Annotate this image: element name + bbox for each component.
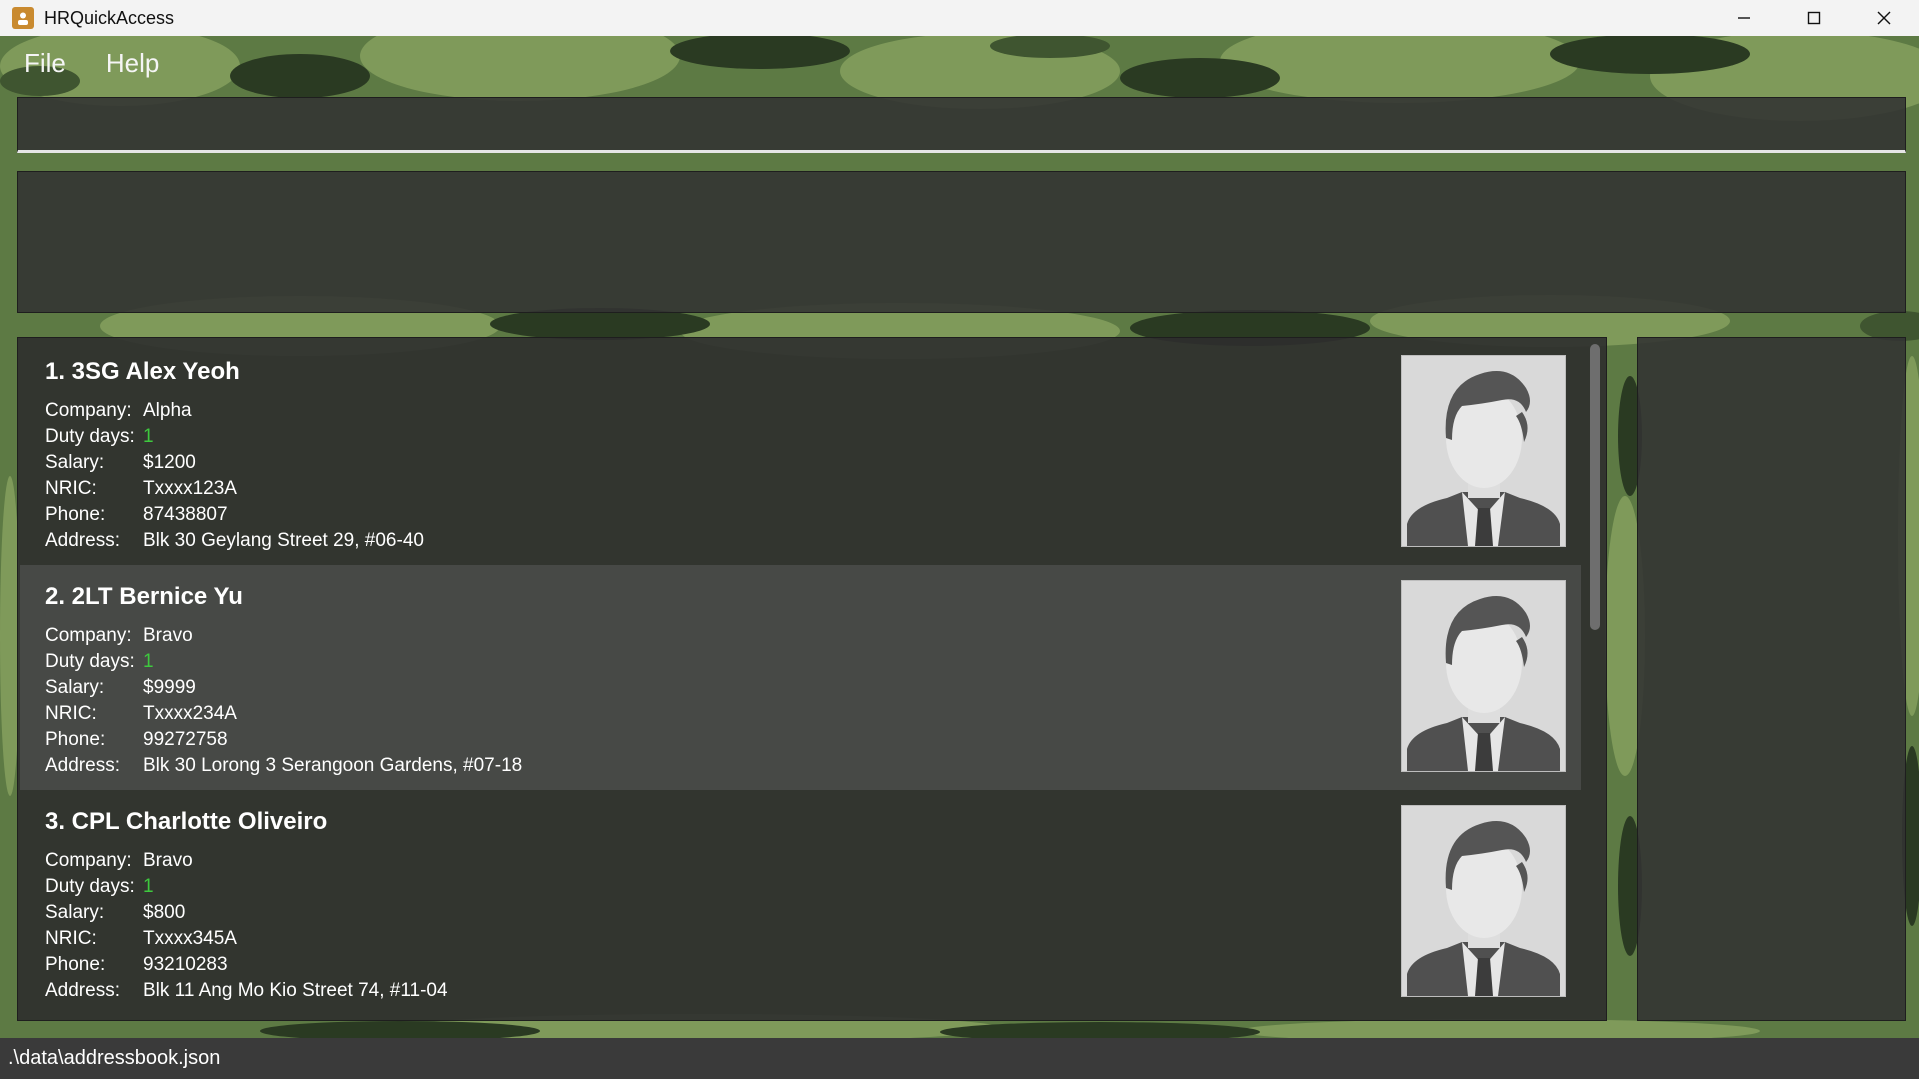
maximize-button[interactable] [1779, 0, 1849, 36]
avatar [1401, 805, 1566, 997]
person-list[interactable]: 1. 3SG Alex Yeoh Company: Alpha Duty days… [17, 337, 1607, 1021]
duty-days-field: Duty days: 1 [45, 651, 154, 677]
phone-value: 87438807 [143, 504, 228, 525]
address-value: Blk 30 Lorong 3 Serangoon Gardens, #07-1… [143, 755, 523, 776]
avatar [1401, 580, 1566, 772]
phone-field: Phone: 93210283 [45, 954, 228, 980]
person-card[interactable]: 3. CPL Charlotte Oliveiro Company: Bravo … [20, 790, 1581, 1015]
duty-days-value: 1 [143, 651, 154, 672]
address-field: Address: Blk 30 Lorong 3 Serangoon Garden… [45, 755, 522, 781]
address-field: Address: Blk 30 Geylang Street 29, #06-40 [45, 530, 424, 556]
duty-days-field: Duty days: 1 [45, 876, 154, 902]
address-label: Address: [45, 980, 120, 1001]
avatar [1401, 355, 1566, 547]
duty-days-label: Duty days: [45, 876, 135, 897]
company-label: Company: [45, 625, 132, 646]
person-icon [12, 7, 34, 29]
address-label: Address: [45, 530, 120, 551]
app-window: HRQuickAccess File Help 1. 3SG Alex Yeoh… [0, 0, 1919, 1079]
phone-label: Phone: [45, 954, 106, 975]
phone-label: Phone: [45, 504, 106, 525]
duty-days-field: Duty days: 1 [45, 426, 154, 452]
salary-field: Salary: $1200 [45, 452, 196, 478]
company-field: Company: Alpha [45, 400, 192, 426]
nric-field: NRIC: Txxxx123A [45, 478, 237, 504]
detail-panel [1637, 337, 1906, 1021]
company-label: Company: [45, 850, 132, 871]
nric-value: Txxxx234A [143, 703, 237, 724]
duty-days-label: Duty days: [45, 651, 135, 672]
result-display [17, 171, 1906, 313]
person-name: 1. 3SG Alex Yeoh [45, 358, 240, 385]
salary-label: Salary: [45, 452, 105, 473]
person-card[interactable]: 2. 2LT Bernice Yu Company: Bravo Duty day… [20, 565, 1581, 790]
nric-label: NRIC: [45, 478, 97, 499]
duty-days-value: 1 [143, 876, 154, 897]
duty-days-value: 1 [143, 426, 154, 447]
menu-help[interactable]: Help [100, 44, 165, 83]
window-title: HRQuickAccess [44, 7, 175, 28]
command-box [17, 97, 1906, 153]
company-field: Company: Bravo [45, 850, 193, 876]
avatar-icon [1402, 581, 1565, 771]
nric-field: NRIC: Txxxx234A [45, 703, 237, 729]
address-value: Blk 30 Geylang Street 29, #06-40 [143, 530, 424, 551]
title-bar[interactable]: HRQuickAccess [0, 0, 1919, 36]
nric-label: NRIC: [45, 928, 97, 949]
minimize-button[interactable] [1709, 0, 1779, 36]
salary-label: Salary: [45, 677, 105, 698]
avatar-icon [1402, 806, 1565, 996]
salary-label: Salary: [45, 902, 105, 923]
phone-value: 99272758 [143, 729, 228, 750]
company-value: Alpha [143, 400, 192, 421]
salary-value: $1200 [143, 452, 196, 473]
scrollbar-thumb[interactable] [1590, 344, 1600, 630]
address-value: Blk 11 Ang Mo Kio Street 74, #11-04 [143, 980, 448, 1001]
menu-bar: File Help [18, 44, 165, 83]
nric-field: NRIC: Txxxx345A [45, 928, 237, 954]
status-bar: .\data\addressbook.json [0, 1038, 1919, 1079]
menu-file[interactable]: File [18, 44, 72, 83]
salary-field: Salary: $9999 [45, 677, 196, 703]
person-list-scrollbar[interactable] [1587, 344, 1603, 982]
nric-label: NRIC: [45, 703, 97, 724]
salary-value: $800 [143, 902, 186, 923]
command-input[interactable] [18, 98, 1905, 150]
company-value: Bravo [143, 625, 193, 646]
person-name: 3. CPL Charlotte Oliveiro [45, 808, 328, 835]
address-field: Address: Blk 11 Ang Mo Kio Street 74, #11… [45, 980, 448, 1006]
salary-field: Salary: $800 [45, 902, 185, 928]
phone-field: Phone: 99272758 [45, 729, 228, 755]
phone-label: Phone: [45, 729, 106, 750]
phone-field: Phone: 87438807 [45, 504, 228, 530]
company-field: Company: Bravo [45, 625, 193, 651]
person-card[interactable]: 1. 3SG Alex Yeoh Company: Alpha Duty days… [20, 340, 1581, 565]
duty-days-label: Duty days: [45, 426, 135, 447]
salary-value: $9999 [143, 677, 196, 698]
save-file-path: .\data\addressbook.json [8, 1047, 221, 1069]
nric-value: Txxxx123A [143, 478, 237, 499]
avatar-icon [1402, 356, 1565, 546]
close-button[interactable] [1849, 0, 1919, 36]
company-value: Bravo [143, 850, 193, 871]
nric-value: Txxxx345A [143, 928, 237, 949]
company-label: Company: [45, 400, 132, 421]
address-label: Address: [45, 755, 120, 776]
main-content: File Help 1. 3SG Alex Yeoh Company: Alpha… [0, 36, 1919, 1038]
person-name: 2. 2LT Bernice Yu [45, 583, 243, 610]
phone-value: 93210283 [143, 954, 228, 975]
